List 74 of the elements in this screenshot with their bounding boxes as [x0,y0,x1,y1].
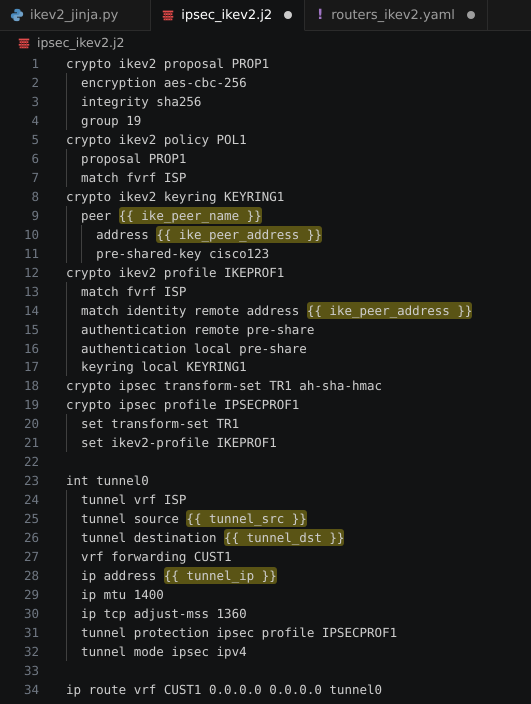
line-number: 14 [22,302,39,318]
line-number: 12 [22,264,39,280]
line-number: 10 [22,226,39,242]
code-line: tunnel mode ipsec ipv4 [80,644,247,660]
line-number: 30 [22,606,39,622]
code-line: vrf forwarding CUST1 [80,549,232,564]
code-line: address {{ ike_peer_address }} [95,226,322,242]
code-line: tunnel protection ipsec profile IPSECPROF1 [80,625,398,640]
code-line: ip route vrf CUST1 0.0.0.0 0.0.0.0 tunnel0 [66,682,382,697]
code-line: group 19 [80,112,142,128]
line-number: 5 [30,132,39,147]
line-number: 31 [22,625,39,640]
line-number: 11 [22,246,39,261]
code-line: integrity sha256 [80,94,202,109]
line-number: 21 [22,435,39,450]
line-number: 20 [22,416,39,432]
line-number: 25 [22,511,39,526]
code-line: int tunnel0 [66,473,149,488]
code-line: crypto ipsec profile IPSECPROF1 [66,397,300,412]
editor-tab[interactable]: ipsec_ikev2.j2 [151,0,306,31]
code-line: authentication local pre-share [80,340,307,356]
line-number: 24 [22,492,39,508]
editor-tab[interactable]: ! routers_ikev2.yaml [305,0,488,31]
line-number: 6 [30,150,39,166]
code-line: ip mtu 1400 [80,587,164,602]
line-number: 16 [22,340,39,356]
code-line: encryption aes-cbc-256 [80,74,247,90]
line-number: 7 [30,170,39,185]
code-line: crypto ikev2 policy POL1 [66,132,247,147]
code-line: crypto ikev2 keyring KEYRING1 [66,188,284,204]
code-line: keyring local KEYRING1 [80,359,247,374]
line-number: 17 [22,359,39,374]
code-line: match identity remote address {{ ike_peer_address }} [80,302,472,318]
line-number: 34 [22,682,39,697]
code-line: crypto ipsec transform-set TR1 ah-sha-hmac [66,378,382,394]
line-number: 8 [30,188,39,204]
line-number: 19 [22,397,39,412]
line-number: 27 [22,549,39,564]
breadcrumb-item[interactable]: ipsec_ikev2.j2 [37,35,124,50]
code-line: peer {{ ike_peer_name }} [80,208,262,223]
line-number: 3 [30,94,39,109]
code-line: set transform-set TR1 [80,416,240,432]
exclamation-icon: ! [315,7,326,23]
jinja-icon [161,8,176,22]
line-number: 22 [22,454,39,470]
code-line: ip tcp adjust-mss 1360 [80,606,247,622]
editor-tab[interactable]: ikev2_jinja.py [0,0,152,31]
line-number: 32 [22,644,39,660]
code-line: authentication remote pre-share [80,322,314,337]
line-number: 13 [22,284,39,299]
code-line: match fvrf ISP [80,284,186,299]
code-line: crypto ikev2 proposal PROP1 [66,56,270,71]
line-number: 29 [22,587,39,602]
line-number: 15 [22,322,39,337]
code-line: ip address {{ tunnel_ip }} [80,568,277,584]
line-number: 18 [22,378,39,394]
line-number: 23 [22,473,39,488]
code-line: tunnel source {{ tunnel_src }} [80,511,307,526]
jinja-icon [17,36,31,50]
code-line: crypto ikev2 profile IKEPROF1 [66,264,284,280]
line-number: 28 [22,568,39,584]
code-line: tunnel vrf ISP [80,492,186,508]
code-line: proposal PROP1 [80,150,186,166]
python-icon [10,8,24,22]
line-number: 4 [30,112,39,128]
line-number: 33 [22,662,39,678]
code-line: set ikev2-profile IKEPROF1 [80,435,277,450]
line-number: 9 [30,208,39,223]
code-line: match fvrf ISP [80,170,186,185]
line-number: 26 [22,530,39,546]
code-line: tunnel destination {{ tunnel_dst }} [80,530,344,546]
line-number: 2 [30,74,39,90]
line-number: 1 [30,56,39,71]
code-line: pre-shared-key cisco123 [95,246,270,261]
